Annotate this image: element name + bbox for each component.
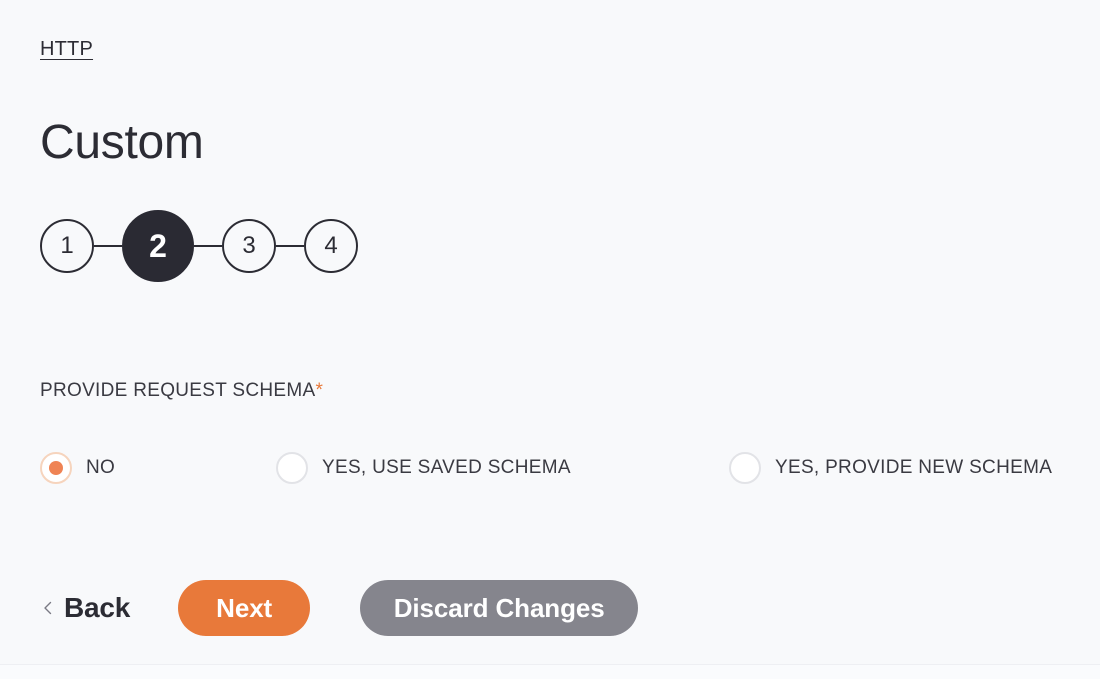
stepper-connector-3-4 [276, 245, 304, 247]
stepper-step-4[interactable]: 4 [304, 219, 358, 273]
radio-option-yes-provide-new-schema[interactable]: YES, PROVIDE NEW SCHEMA [729, 450, 1052, 486]
wizard-action-bar: Back Next Discard Changes [40, 580, 639, 636]
stepper-step-3[interactable]: 3 [222, 219, 276, 273]
next-button[interactable]: Next [178, 580, 311, 636]
stepper-step-2-number: 2 [149, 227, 167, 264]
field-label-provide-request-schema: PROVIDE REQUEST SCHEMA* [40, 378, 323, 404]
back-button-label: Back [64, 592, 131, 623]
radio-dot-icon [49, 461, 63, 475]
stepper-step-4-number: 4 [324, 232, 338, 259]
radio-button-no[interactable] [40, 452, 72, 484]
stepper-step-3-number: 3 [242, 232, 256, 259]
radio-label-yes-provide-new-schema: YES, PROVIDE NEW SCHEMA [775, 457, 1053, 478]
radio-label-no: NO [86, 457, 116, 478]
required-asterisk: * [315, 380, 324, 401]
page-title: Custom [40, 116, 204, 169]
radio-label-yes-use-saved-schema: YES, USE SAVED SCHEMA [322, 457, 571, 478]
discard-changes-button[interactable]: Discard Changes [360, 580, 639, 636]
stepper-step-1[interactable]: 1 [40, 219, 94, 273]
back-button[interactable]: Back [40, 580, 138, 636]
radio-button-yes-provide-new-schema[interactable] [729, 452, 761, 484]
radio-option-no[interactable]: NO [40, 450, 115, 486]
stepper-connector-1-2 [94, 245, 122, 247]
stepper-step-2[interactable]: 2 [122, 210, 194, 282]
wizard-page: HTTP Custom 1 2 3 4 PROVIDE REQUEST SCHE… [0, 0, 1100, 679]
stepper-step-1-number: 1 [60, 232, 74, 259]
stepper-connector-2-3 [194, 245, 222, 247]
wizard-stepper: 1 2 3 4 [40, 210, 358, 282]
radio-option-yes-use-saved-schema[interactable]: YES, USE SAVED SCHEMA [276, 450, 571, 486]
breadcrumb-link-http[interactable]: HTTP [40, 38, 93, 60]
radio-button-yes-use-saved-schema[interactable] [276, 452, 308, 484]
breadcrumb: HTTP [40, 36, 93, 62]
chevron-left-icon [44, 601, 52, 615]
radio-group-provide-request-schema: NO YES, USE SAVED SCHEMA YES, PROVIDE NE… [40, 450, 1060, 490]
bottom-strip [0, 665, 1100, 679]
field-label-text: PROVIDE REQUEST SCHEMA [40, 380, 316, 401]
